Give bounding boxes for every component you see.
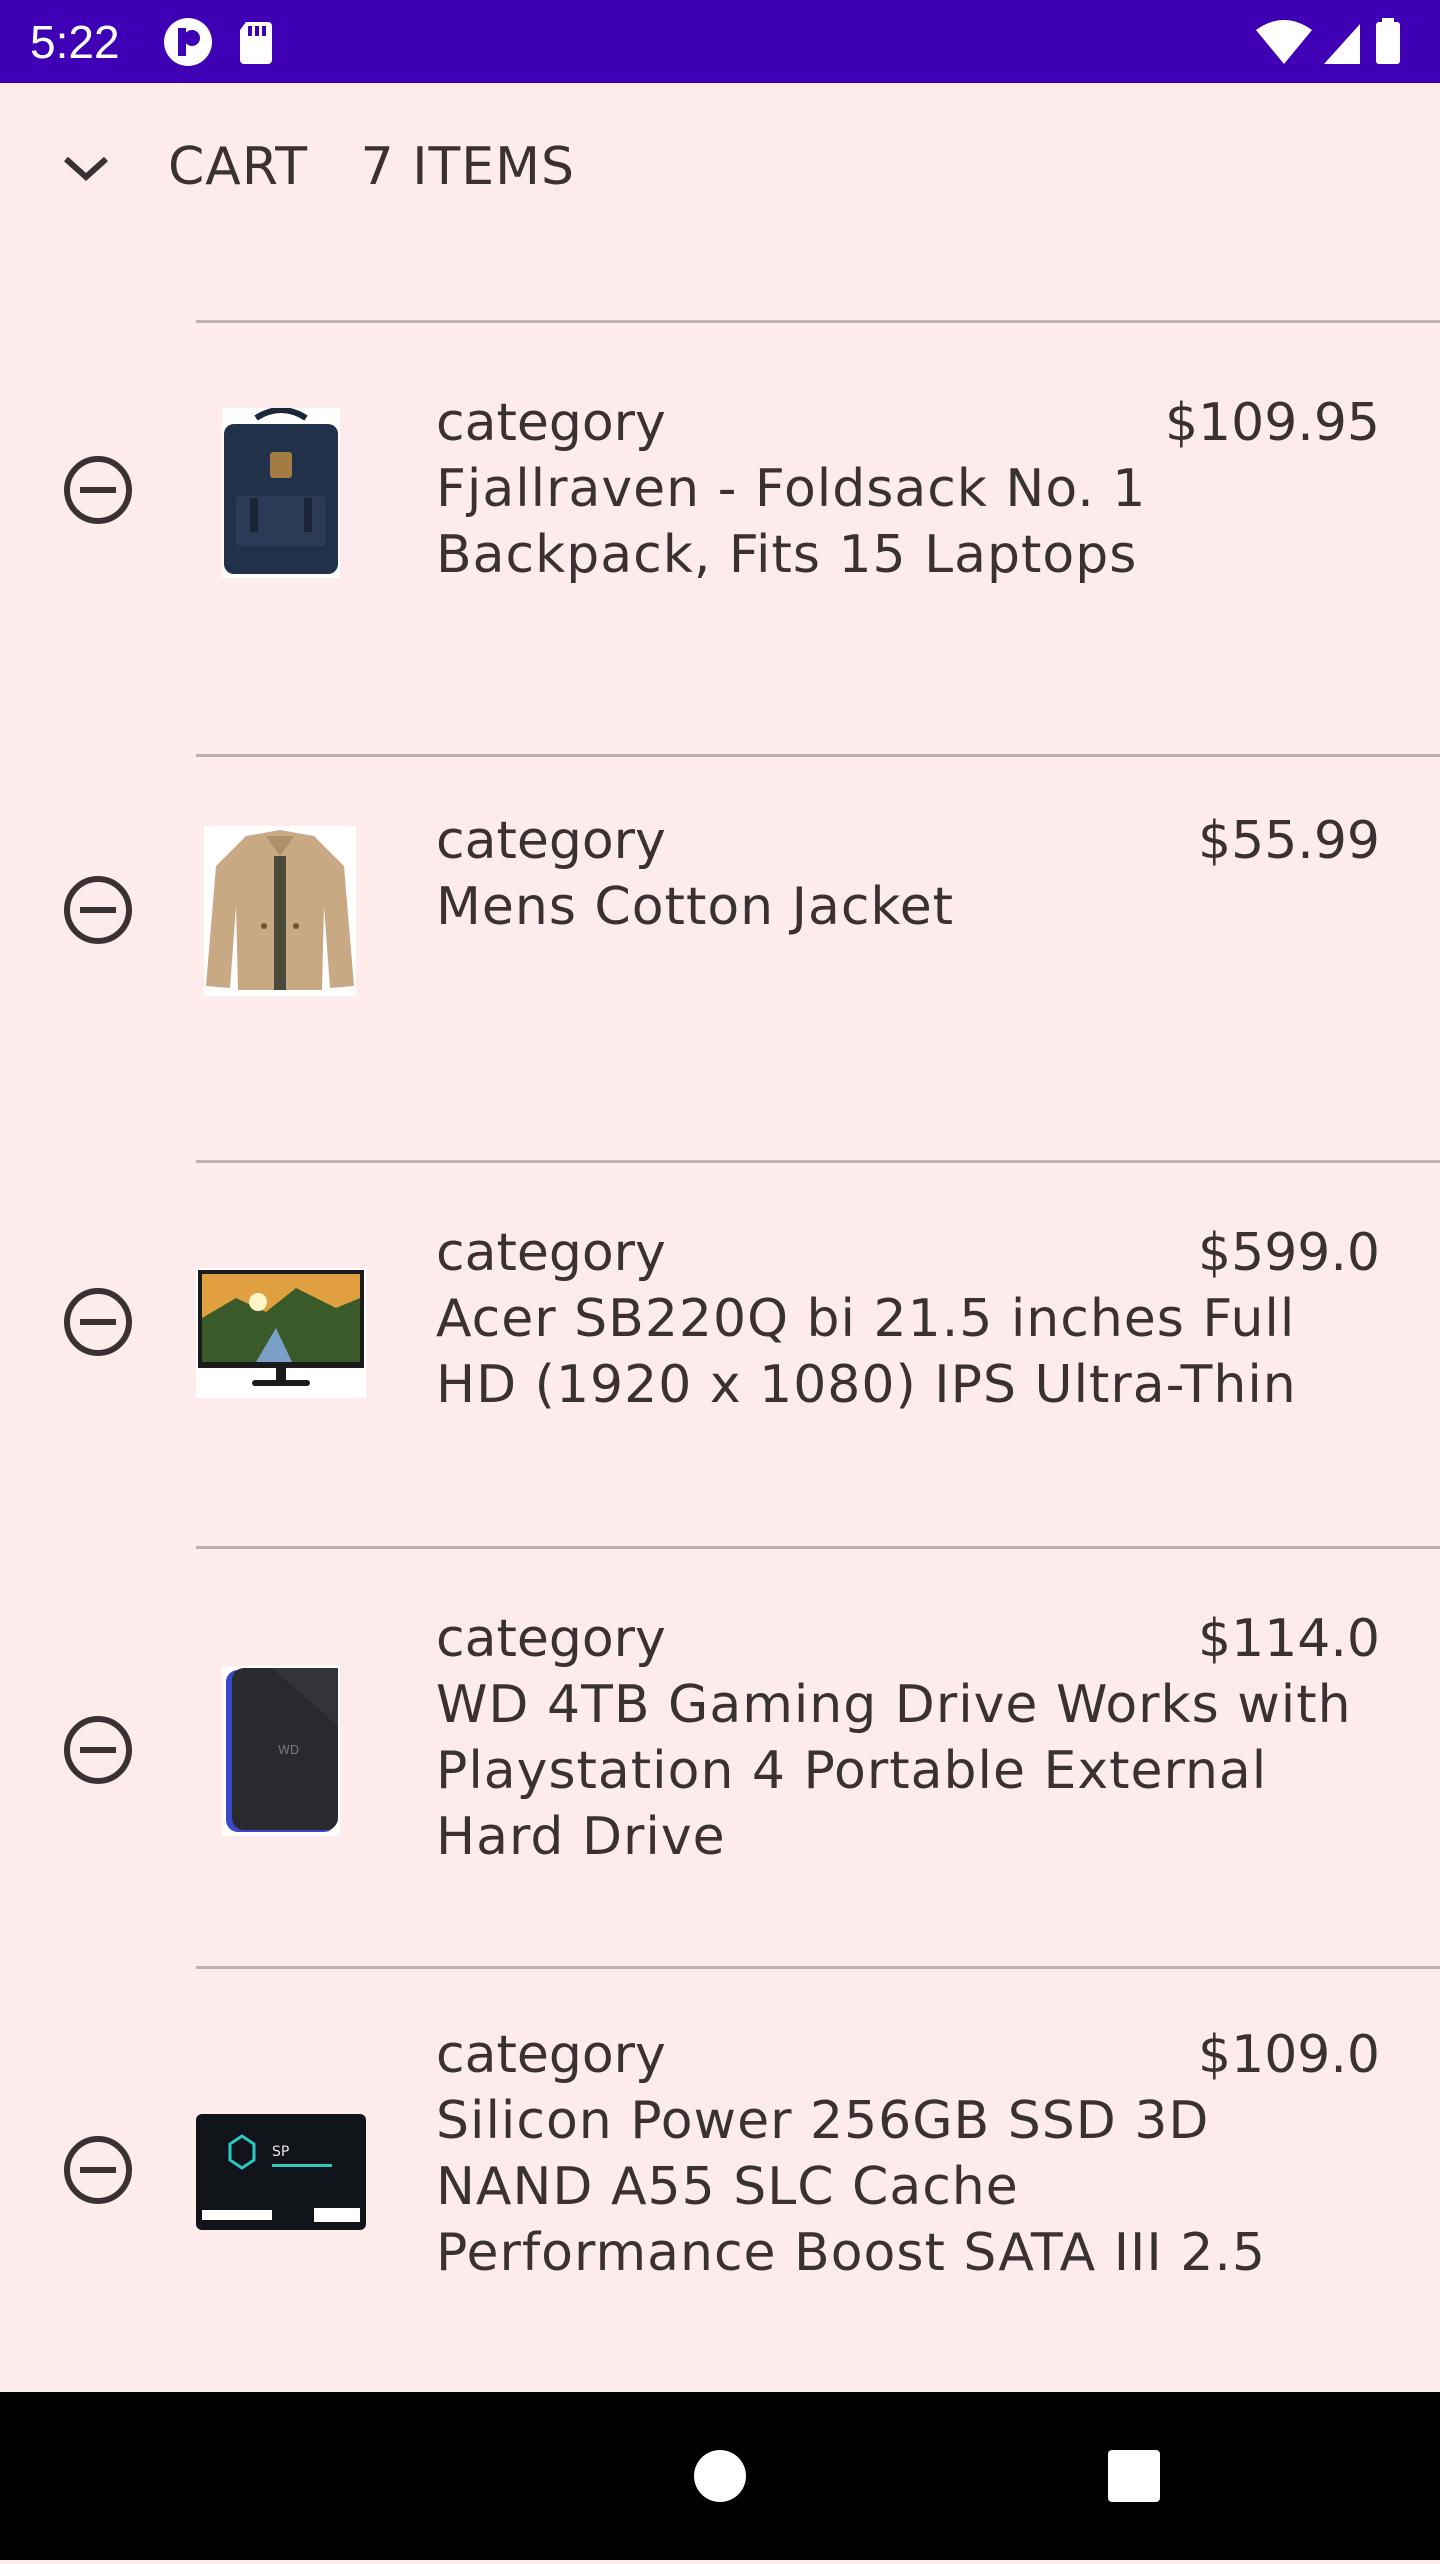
product-thumbnail-backpack bbox=[196, 407, 366, 578]
divider bbox=[196, 1546, 1440, 1549]
item-name: Acer SB220Q bi 21.5 inches Full HD (1920… bbox=[436, 1289, 1297, 1415]
status-left-icons bbox=[162, 16, 282, 72]
product-thumbnail-ssd: SP bbox=[196, 2114, 366, 2230]
product-thumbnail-jacket bbox=[204, 826, 374, 996]
remove-item-button[interactable] bbox=[58, 870, 138, 950]
status-bar: 5:22 bbox=[0, 0, 1440, 83]
chevron-down-icon bbox=[63, 156, 109, 182]
divider bbox=[196, 754, 1440, 757]
divider bbox=[196, 1966, 1440, 1969]
minus-circle-icon bbox=[64, 456, 132, 524]
cart-header: CART 7 ITEMS bbox=[0, 83, 1440, 253]
svg-text:SP: SP bbox=[272, 2144, 289, 2160]
product-thumbnail-hard-drive: WD bbox=[222, 1666, 392, 1836]
item-category: category bbox=[436, 2025, 666, 2085]
item-name: WD 4TB Gaming Drive Works with Playstati… bbox=[436, 1675, 1352, 1867]
minus-circle-icon bbox=[64, 1716, 132, 1784]
cart-title-label: CART bbox=[168, 137, 308, 197]
collapse-cart-button[interactable] bbox=[56, 139, 116, 199]
remove-item-button[interactable] bbox=[58, 2130, 138, 2210]
item-name: Fjallraven - Foldsack No. 1 Backpack, Fi… bbox=[436, 459, 1147, 585]
item-category: category bbox=[436, 393, 666, 453]
minus-circle-icon bbox=[64, 2136, 132, 2204]
navigation-bar bbox=[0, 2392, 1440, 2560]
cart-title: CART 7 ITEMS bbox=[168, 135, 575, 199]
cell-signal-icon bbox=[1324, 24, 1360, 64]
app-notification-icon bbox=[164, 18, 212, 66]
minus-circle-icon bbox=[64, 876, 132, 944]
item-name: Mens Cotton Jacket bbox=[436, 877, 955, 937]
item-price: $109.95 bbox=[1164, 393, 1380, 453]
item-price: $55.99 bbox=[1198, 811, 1380, 871]
cart-item-count: 7 ITEMS bbox=[360, 137, 576, 197]
remove-item-button[interactable] bbox=[58, 1710, 138, 1790]
item-price: $599.0 bbox=[1198, 1223, 1380, 1283]
recents-icon[interactable] bbox=[1108, 2450, 1160, 2502]
item-price: $114.0 bbox=[1198, 1609, 1380, 1669]
item-price: $109.0 bbox=[1198, 2025, 1380, 2085]
item-name: Silicon Power 256GB SSD 3D NAND A55 SLC … bbox=[436, 2091, 1266, 2283]
remove-item-button[interactable] bbox=[58, 450, 138, 530]
item-category: category bbox=[436, 1223, 666, 1283]
svg-text:WD: WD bbox=[278, 1743, 299, 1757]
minus-circle-icon bbox=[64, 1288, 132, 1356]
remove-item-button[interactable] bbox=[58, 1282, 138, 1362]
item-category: category bbox=[436, 1609, 666, 1669]
status-right-icons bbox=[1254, 16, 1414, 72]
home-icon[interactable] bbox=[694, 2450, 746, 2502]
product-thumbnail-monitor bbox=[196, 1268, 366, 1398]
wifi-icon bbox=[1256, 20, 1312, 64]
sd-card-icon bbox=[240, 22, 272, 64]
divider bbox=[196, 1160, 1440, 1163]
status-time: 5:22 bbox=[30, 16, 120, 68]
battery-icon bbox=[1376, 18, 1400, 64]
item-category: category bbox=[436, 811, 666, 871]
divider bbox=[196, 320, 1440, 323]
